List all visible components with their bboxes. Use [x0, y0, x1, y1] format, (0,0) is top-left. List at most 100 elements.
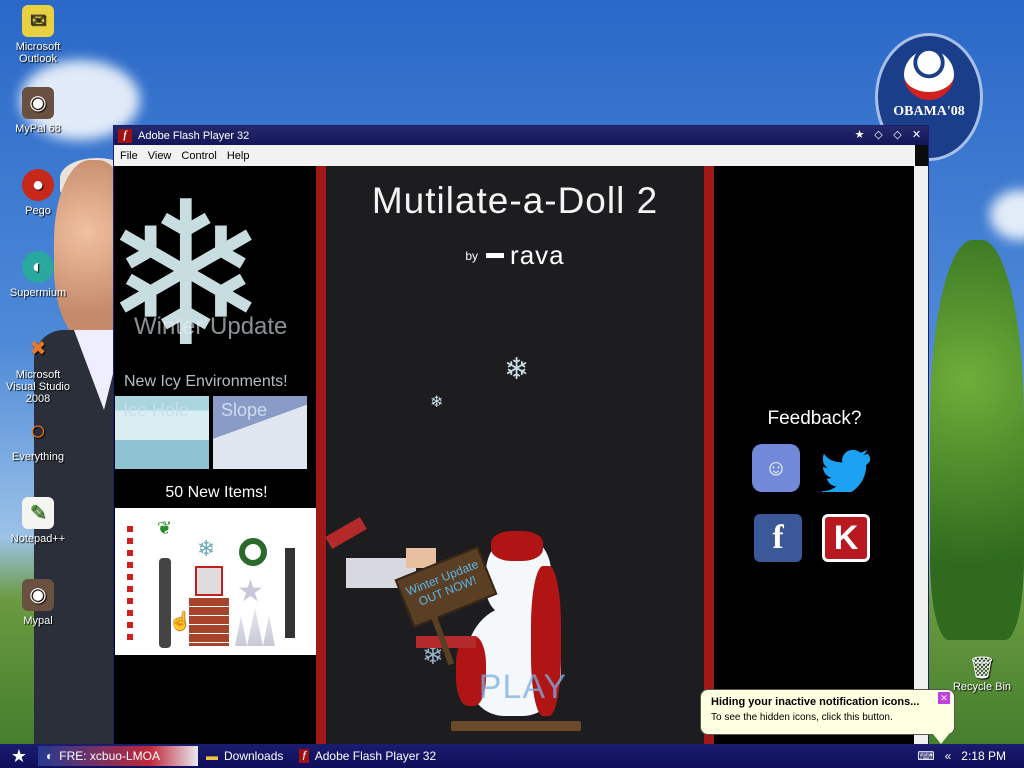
snowflake-icon: ❄	[114, 166, 270, 387]
minimize-button[interactable]: ◇	[871, 129, 886, 142]
desktop-icon-mypal[interactable]: ◉ Mypal	[0, 579, 76, 627]
right-panel: Feedback? ☺ f K	[714, 166, 915, 746]
desktop-icon-recycle-bin[interactable]: 🗑 Recycle Bin	[940, 655, 1024, 693]
desktop-icon-pego[interactable]: ● Pego	[0, 169, 76, 217]
menu-control[interactable]: Control	[181, 150, 216, 162]
desktop-icon-label: Notepad++	[10, 533, 66, 545]
supermium-icon: ◐	[22, 251, 54, 283]
facebook-button[interactable]: f	[754, 514, 802, 562]
everything-icon: ○	[29, 415, 47, 446]
obama-logo-icon	[904, 50, 954, 100]
mypal-icon: ◉	[22, 87, 54, 119]
badge-text: OBAMA'08	[893, 104, 965, 119]
close-button[interactable]: ✕	[909, 129, 924, 142]
desktop-icon-visual-studio[interactable]: ✖ Microsoft Visual Studio 2008	[0, 333, 76, 405]
desktop-icon-label: Pego	[25, 205, 51, 217]
notification-balloon[interactable]: Hiding your inactive notification icons.…	[700, 689, 955, 744]
flash-icon: f	[299, 749, 309, 763]
desktop-icon-label: Everything	[12, 451, 64, 463]
clock[interactable]: 2:18 PM	[961, 749, 1006, 763]
winter-update-title: Winter Update	[134, 313, 288, 340]
cloud	[990, 190, 1024, 240]
candy-cane-icon	[127, 526, 133, 646]
taskbar-button-downloads[interactable]: ▬ Downloads	[198, 746, 291, 766]
env-label: Slope	[221, 400, 268, 420]
system-tray: ⌨ « 2:18 PM	[912, 744, 1024, 768]
notepadpp-icon: ✎	[22, 497, 54, 529]
author-name: rava	[510, 240, 565, 270]
chimney-icon	[189, 598, 229, 646]
snowflake-icon: ❄	[504, 353, 530, 386]
visual-studio-icon: ✖	[29, 338, 47, 360]
pego-icon: ●	[22, 169, 54, 201]
env-thumb-ice-hole[interactable]: Ice Hole	[115, 396, 209, 469]
doll-limb[interactable]	[325, 516, 367, 550]
window-title: Adobe Flash Player 32	[138, 129, 250, 142]
folder-icon: ▬	[206, 749, 218, 763]
env-label: Ice Hole	[123, 400, 190, 420]
desktop-icon-mypal68[interactable]: ◉ MyPal 68	[0, 87, 76, 135]
menu-view[interactable]: View	[148, 150, 172, 162]
desktop-icon-everything[interactable]: ○ Everything	[0, 415, 76, 464]
red-divider	[316, 166, 326, 746]
desktop-icon-label: Mypal	[23, 615, 53, 627]
blood-splatter	[491, 531, 543, 561]
taskbar-button-label: FRE: xcbuo-LMOA	[59, 749, 160, 763]
taskbar-button-label: Downloads	[224, 749, 284, 763]
outlook-icon: ✉	[22, 5, 54, 37]
balloon-tail	[933, 734, 949, 744]
desktop-icon-label: Microsoft Visual Studio 2008	[5, 369, 70, 405]
taskbar-button-fre[interactable]: ◐ FRE: xcbuo-LMOA	[38, 746, 198, 766]
bench	[451, 721, 581, 731]
menu-bar: File View Control Help	[114, 145, 915, 166]
kongregate-button[interactable]: K	[822, 514, 870, 562]
balloon-title: Hiding your inactive notification icons.…	[711, 696, 920, 708]
maximize-button[interactable]: ◇	[890, 129, 905, 142]
recycle-bin-icon: 🗑	[968, 655, 996, 680]
window-titlebar[interactable]: f Adobe Flash Player 32 ★ ◇ ◇ ✕	[114, 126, 928, 145]
game-title: Mutilate-a-Doll 2	[371, 180, 659, 221]
facebook-icon: f	[772, 519, 784, 556]
start-button[interactable]: ★	[0, 744, 38, 768]
by-label: by	[465, 248, 479, 263]
desktop-icon-supermium[interactable]: ◐ Supermium	[0, 251, 76, 299]
ornament-snowflake-icon: ❄	[197, 536, 216, 561]
new-items-preview[interactable]: ❦ ❄ ★ ☝	[115, 508, 318, 655]
app-icon: ◐	[46, 749, 54, 763]
start-star-icon: ★	[10, 745, 28, 766]
twitter-button[interactable]	[822, 446, 870, 494]
flash-content: ❄ Winter Update New Icy Environments! Ic…	[114, 166, 915, 746]
gift-icon	[195, 566, 223, 596]
pin-icon[interactable]: ★	[852, 129, 867, 142]
window-scrollbar[interactable]	[914, 166, 928, 746]
cursor-hand-icon: ☝	[169, 611, 192, 631]
snowflake-icon: ❄	[430, 394, 444, 411]
flash-player-window: f Adobe Flash Player 32 ★ ◇ ◇ ✕ File Vie…	[113, 125, 929, 746]
taskbar: ★ ◐ FRE: xcbuo-LMOA ▬ Downloads f Adobe …	[0, 744, 1024, 768]
new-items-heading: 50 New Items!	[165, 484, 268, 501]
discord-button[interactable]: ☺	[752, 444, 800, 492]
discord-icon: ☺	[764, 455, 788, 480]
author-line: by rava	[326, 240, 704, 271]
desktop-icon-outlook[interactable]: ✉ Microsoft Outlook	[0, 5, 76, 65]
taskbar-button-flash[interactable]: f Adobe Flash Player 32	[291, 746, 444, 766]
menu-file[interactable]: File	[120, 150, 138, 162]
desktop-icon-label: Supermium	[9, 287, 67, 299]
play-button[interactable]: PLAY	[438, 668, 608, 707]
mypal-icon: ◉	[22, 579, 54, 611]
env-thumb-slope[interactable]: Slope	[213, 396, 307, 469]
close-icon[interactable]: ✕	[938, 692, 950, 704]
lantern-post-icon	[285, 548, 295, 638]
red-divider	[704, 166, 714, 746]
menu-help[interactable]: Help	[227, 150, 250, 162]
star-icon: ★	[237, 575, 264, 608]
wreath-icon	[239, 538, 267, 566]
desktop-icon-notepadpp[interactable]: ✎ Notepad++	[0, 497, 76, 545]
mistletoe-icon: ❦	[157, 518, 173, 538]
bottle-icon	[159, 558, 171, 648]
show-hidden-icons-button[interactable]: «	[945, 749, 952, 763]
feedback-heading: Feedback?	[767, 408, 862, 429]
ice-castle-icon	[235, 608, 275, 646]
tree	[930, 240, 1024, 640]
keyboard-icon[interactable]: ⌨	[917, 749, 934, 763]
